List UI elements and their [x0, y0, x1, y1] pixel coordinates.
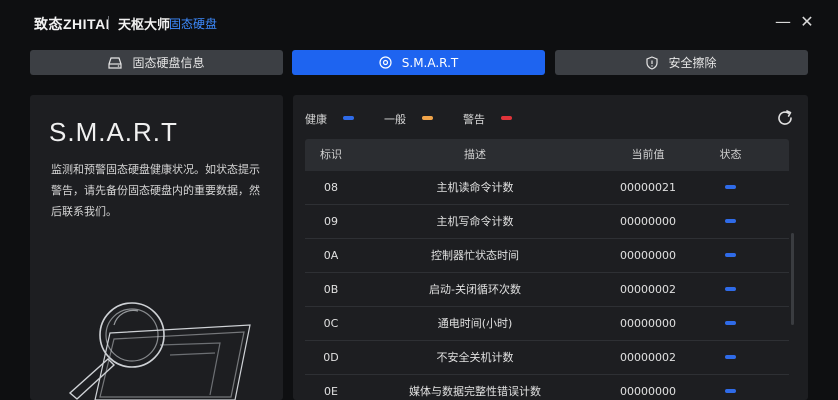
- status-healthy-indicator: [725, 253, 736, 257]
- table-row: 08 主机读命令计数 00000021: [305, 171, 789, 205]
- legend-normal: 一般: [384, 113, 406, 126]
- table-row: 0A 控制器忙状态时间 00000000: [305, 239, 789, 273]
- row-id: 0C: [323, 317, 339, 330]
- smart-table: 标识 描述 当前值 状态 08 主机读命令计数 00000021 09 主机写命…: [305, 139, 789, 400]
- row-id: 0B: [323, 283, 339, 296]
- table-scrollbar[interactable]: [791, 233, 794, 325]
- table-row: 0D 不安全关机计数 00000002: [305, 341, 789, 375]
- table-row: 09 主机写命令计数 00000000: [305, 205, 789, 239]
- row-value: 00000002: [620, 283, 676, 296]
- legend-healthy-dot: [343, 116, 354, 120]
- row-id: 08: [324, 181, 338, 194]
- row-value: 00000000: [620, 249, 676, 262]
- status-healthy-indicator: [725, 287, 736, 291]
- row-value: 00000000: [620, 215, 676, 228]
- minimize-icon: —: [775, 12, 791, 31]
- row-id: 0A: [323, 249, 339, 262]
- tab-label: 固态硬盘信息: [132, 56, 205, 70]
- row-value: 00000000: [620, 317, 676, 330]
- title-divider: [108, 16, 109, 30]
- header-status: 状态: [719, 148, 742, 161]
- table-row: 0B 启动-关闭循环次数 00000002: [305, 273, 789, 307]
- refresh-icon[interactable]: [776, 109, 794, 127]
- disk-icon: [108, 56, 123, 69]
- close-button[interactable]: ✕: [797, 12, 817, 32]
- row-description: 控制器忙状态时间: [431, 249, 519, 262]
- status-healthy-indicator: [725, 219, 736, 223]
- panel-title: S.M.A.R.T: [49, 117, 178, 147]
- smart-icon: [379, 56, 392, 69]
- panel-description: 监测和预警固态硬盘健康状况。如状态提示警告，请先备份固态硬盘内的重要数据，然后联…: [51, 163, 260, 218]
- shield-icon: [646, 55, 659, 70]
- row-id: 0D: [323, 351, 339, 364]
- header-description: 描述: [464, 148, 486, 161]
- tab-bar: 固态硬盘信息 S.M.A.R.T 安全擦除: [30, 50, 808, 75]
- row-description: 主机写命令计数: [436, 215, 514, 228]
- tab-label: 安全擦除: [668, 56, 717, 70]
- smart-info-panel: S.M.A.R.T 监测和预警固态硬盘健康状况。如状态提示警告，请先备份固态硬盘…: [30, 95, 283, 400]
- tab-ssd-info[interactable]: 固态硬盘信息: [30, 50, 283, 75]
- row-description: 通电时间(小时): [437, 317, 513, 330]
- legend-warning: 警告: [463, 113, 485, 126]
- row-value: 00000002: [620, 351, 676, 364]
- header-id: 标识: [320, 148, 342, 161]
- legend-warning-dot: [501, 116, 512, 120]
- row-description: 媒体与数据完整性错误计数: [409, 385, 541, 398]
- minimize-button[interactable]: —: [773, 12, 793, 32]
- tab-secure-erase[interactable]: 安全擦除: [555, 50, 808, 75]
- row-value: 00000021: [620, 181, 676, 194]
- row-id: 0E: [324, 385, 338, 398]
- table-row: 0E 媒体与数据完整性错误计数 00000000: [305, 375, 789, 400]
- row-value: 00000000: [620, 385, 676, 398]
- app-subtitle: 固态硬盘: [169, 17, 218, 31]
- row-description: 主机读命令计数: [436, 181, 514, 194]
- status-healthy-indicator: [725, 321, 736, 325]
- legend-normal-dot: [422, 116, 433, 120]
- status-healthy-indicator: [725, 185, 736, 189]
- app-name: 天枢大师: [118, 18, 171, 33]
- header-current-value: 当前值: [631, 148, 665, 161]
- close-icon: ✕: [800, 12, 814, 31]
- table-row: 0C 通电时间(小时) 00000000: [305, 307, 789, 341]
- table-header: 标识 描述 当前值 状态: [305, 139, 789, 171]
- status-healthy-indicator: [725, 355, 736, 359]
- magnifier-illustration-icon: [68, 302, 251, 400]
- brand-logo: 致态ZHITAI: [34, 16, 111, 32]
- row-id: 09: [324, 215, 338, 228]
- title-bar: 致态ZHITAI 天枢大师 固态硬盘 — ✕: [0, 0, 838, 46]
- smart-table-panel: 健康 一般 警告 标识 描述 当前值 状态 08 主机读命令计数 0000002…: [293, 95, 808, 400]
- tab-label: S.M.A.R.T: [401, 55, 459, 70]
- tab-smart[interactable]: S.M.A.R.T: [292, 50, 545, 75]
- row-description: 启动-关闭循环次数: [429, 283, 521, 296]
- status-healthy-indicator: [725, 389, 736, 393]
- legend-healthy: 健康: [305, 113, 327, 126]
- row-description: 不安全关机计数: [436, 351, 514, 364]
